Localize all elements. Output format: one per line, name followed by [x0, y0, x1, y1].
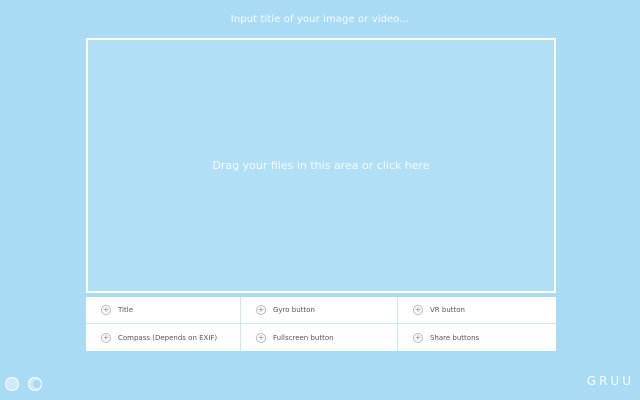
option-vr-button[interactable]: + VR button: [398, 297, 556, 324]
plus-circle-icon: +: [256, 332, 266, 343]
plus-circle-icon: +: [256, 305, 266, 315]
options-grid: + Title + Gyro button + VR button + Comp…: [86, 297, 556, 351]
drop-zone-text: Drag your files in this area or click he…: [212, 159, 430, 172]
plus-circle-icon: +: [413, 332, 423, 343]
option-share-buttons[interactable]: + Share buttons: [398, 324, 556, 351]
circle-icon[interactable]: [5, 377, 19, 391]
option-title[interactable]: + Title: [86, 297, 241, 324]
option-label: VR button: [430, 306, 465, 314]
option-gyro-button[interactable]: + Gyro button: [241, 297, 398, 324]
logo: GRUU: [586, 374, 634, 388]
option-label: Fullscreen button: [273, 333, 334, 342]
option-label: Title: [118, 306, 134, 314]
plus-circle-icon: +: [413, 305, 423, 315]
option-compass[interactable]: + Compass (Depends on EXIF): [86, 324, 241, 351]
option-label: Gyro button: [273, 306, 315, 314]
title-input[interactable]: [120, 9, 520, 29]
plus-circle-icon: +: [101, 305, 111, 315]
file-drop-zone[interactable]: Drag your files in this area or click he…: [86, 38, 556, 293]
option-fullscreen-button[interactable]: + Fullscreen button: [241, 324, 398, 351]
moon-icon[interactable]: [28, 377, 42, 391]
plus-circle-icon: +: [101, 332, 111, 343]
option-label: Compass (Depends on EXIF): [118, 333, 218, 342]
option-label: Share buttons: [430, 333, 480, 342]
